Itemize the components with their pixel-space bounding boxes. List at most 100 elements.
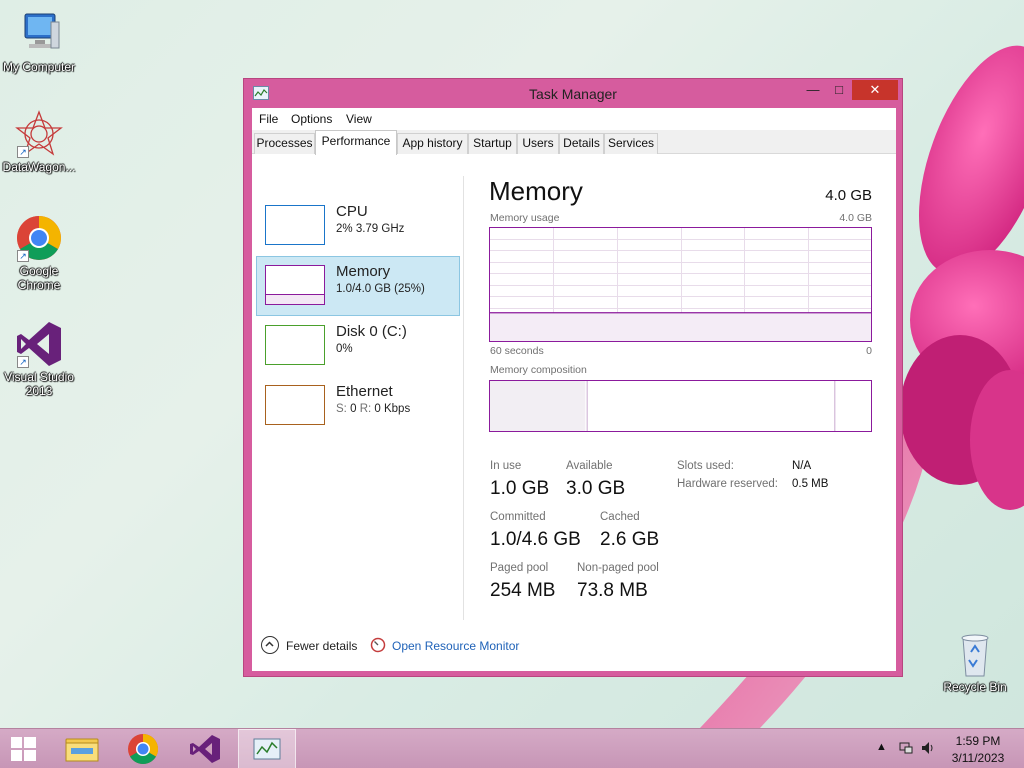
desktop-icon-label: Google Chrome: [17, 264, 61, 292]
perf-item-name: Disk 0 (C:): [336, 323, 407, 340]
desktop-icon-datawagon[interactable]: ↗ DataWagon...: [0, 110, 81, 174]
chrome-icon: ↗: [15, 214, 63, 262]
taskbar: ▲ 1:59 PM 3/11/2023: [0, 728, 1024, 768]
maximize-icon: □: [835, 82, 843, 97]
memory-total: 4.0 GB: [825, 187, 872, 204]
task-manager-icon: [253, 738, 281, 760]
desktop-icon-my-computer[interactable]: My Computer: [0, 10, 81, 74]
in-use-value: 1.0 GB: [490, 478, 550, 499]
taskbar-task-manager[interactable]: [238, 729, 296, 768]
fewer-details-button[interactable]: [261, 636, 279, 654]
desktop-icon-recycle-bin[interactable]: Recycle Bin: [933, 630, 1017, 694]
perf-item-name: CPU: [336, 203, 368, 220]
menu-file[interactable]: File: [259, 112, 278, 126]
chrome-icon: [128, 734, 159, 765]
perf-item-disk[interactable]: Disk 0 (C:) 0%: [256, 316, 460, 376]
desktop-icon-label: Visual Studio 2013: [4, 370, 74, 398]
send-label: S:: [336, 403, 347, 415]
desktop-icon-visual-studio[interactable]: ↗ Visual Studio 2013: [0, 320, 81, 398]
perf-item-ethernet[interactable]: Ethernet S: 0 R: 0 Kbps: [256, 376, 460, 436]
composition-in-use: [490, 381, 586, 431]
clock-time[interactable]: 1:59 PM: [946, 734, 1010, 748]
folder-icon: [65, 738, 99, 762]
tab-processes[interactable]: Processes: [254, 133, 315, 154]
disk-mini-graph: [265, 325, 325, 365]
tab-startup[interactable]: Startup: [468, 133, 517, 154]
desktop-icon-label: DataWagon...: [2, 160, 76, 174]
slots-used-value: N/A: [792, 460, 812, 472]
memory-usage-area: [490, 312, 871, 341]
tab-services[interactable]: Services: [604, 133, 658, 154]
memory-composition-label: Memory composition: [490, 364, 587, 376]
memory-mini-graph: [265, 265, 325, 305]
menu-view[interactable]: View: [346, 112, 372, 126]
send-value: 0: [350, 403, 357, 415]
open-resource-monitor-link[interactable]: Open Resource Monitor: [392, 639, 519, 653]
tab-users[interactable]: Users: [517, 133, 559, 154]
paged-pool-value: 254 MB: [490, 580, 556, 601]
cached-value: 2.6 GB: [600, 529, 660, 550]
perf-item-detail: 1.0/4.0 GB (25%): [336, 283, 425, 295]
volume-icon[interactable]: [920, 740, 936, 756]
hardware-reserved-value: 0.5 MB: [792, 478, 829, 490]
recycle-bin-icon: [951, 630, 999, 678]
cpu-mini-graph: [265, 205, 325, 245]
show-hidden-icons-button[interactable]: ▲: [876, 741, 887, 753]
taskbar-chrome[interactable]: [114, 729, 172, 768]
window-client: File Options View Processes Performance …: [252, 108, 896, 671]
non-paged-pool-label: Non-paged pool: [577, 562, 659, 574]
memory-usage-max: 4.0 GB: [839, 212, 872, 224]
shortcut-arrow-icon: ↗: [17, 250, 29, 262]
task-manager-window[interactable]: Task Manager — □ ✕ File Options View Pro…: [243, 78, 903, 677]
available-label: Available: [566, 460, 613, 472]
slots-used-label: Slots used:: [677, 460, 734, 472]
clock-date[interactable]: 3/11/2023: [946, 751, 1010, 765]
visual-studio-icon: ↗: [15, 320, 63, 368]
perf-item-memory[interactable]: Memory 1.0/4.0 GB (25%): [256, 256, 460, 316]
graph-time-now-label: 0: [866, 345, 872, 357]
cached-label: Cached: [600, 511, 640, 523]
minimize-button[interactable]: —: [800, 80, 826, 100]
shortcut-arrow-icon: ↗: [17, 146, 29, 158]
network-icon[interactable]: [898, 740, 914, 756]
in-use-label: In use: [490, 460, 522, 472]
resource-monitor-icon: [370, 637, 386, 653]
desktop-icon-label: Recycle Bin: [943, 680, 1007, 694]
receive-value: 0 Kbps: [374, 403, 411, 415]
perf-item-name: Memory: [336, 263, 391, 280]
taskbar-visual-studio[interactable]: [175, 729, 233, 768]
maximize-button[interactable]: □: [826, 80, 852, 100]
close-button[interactable]: ✕: [852, 80, 898, 100]
menu-options[interactable]: Options: [291, 112, 332, 126]
memory-composition-bar: [489, 380, 872, 432]
desktop-icon-label: My Computer: [2, 60, 76, 74]
desktop-icon-google-chrome[interactable]: ↗ Google Chrome: [0, 214, 81, 292]
windows-logo-icon: [11, 737, 36, 761]
non-paged-pool-value: 73.8 MB: [577, 580, 648, 601]
title-bar[interactable]: Task Manager — □ ✕: [244, 79, 902, 107]
taskbar-file-explorer[interactable]: [53, 729, 111, 768]
receive-label: R:: [359, 403, 372, 415]
ethernet-mini-graph: [265, 385, 325, 425]
tab-performance[interactable]: Performance: [315, 130, 397, 155]
perf-item-name: Ethernet: [336, 383, 393, 400]
tab-details[interactable]: Details: [559, 133, 604, 154]
tab-app-history[interactable]: App history: [397, 133, 468, 154]
close-icon: ✕: [869, 82, 881, 97]
tab-strip: Processes Performance App history Startu…: [252, 130, 896, 155]
start-button[interactable]: [0, 729, 48, 768]
visual-studio-icon: [190, 735, 220, 763]
fewer-details-link[interactable]: Fewer details: [286, 639, 357, 653]
shortcut-arrow-icon: ↗: [17, 356, 29, 368]
committed-label: Committed: [490, 511, 546, 523]
committed-value: 1.0/4.6 GB: [490, 529, 581, 550]
chevron-up-icon: [265, 641, 274, 647]
pane-divider[interactable]: [463, 176, 464, 620]
memory-usage-label: Memory usage: [490, 212, 560, 224]
datawagon-icon: ↗: [15, 110, 63, 158]
paged-pool-label: Paged pool: [490, 562, 549, 574]
perf-item-cpu[interactable]: CPU 2% 3.79 GHz: [256, 196, 460, 256]
perf-item-detail: 2% 3.79 GHz: [336, 223, 405, 235]
perf-item-detail: 0%: [336, 343, 353, 355]
hardware-reserved-label: Hardware reserved:: [677, 478, 778, 490]
